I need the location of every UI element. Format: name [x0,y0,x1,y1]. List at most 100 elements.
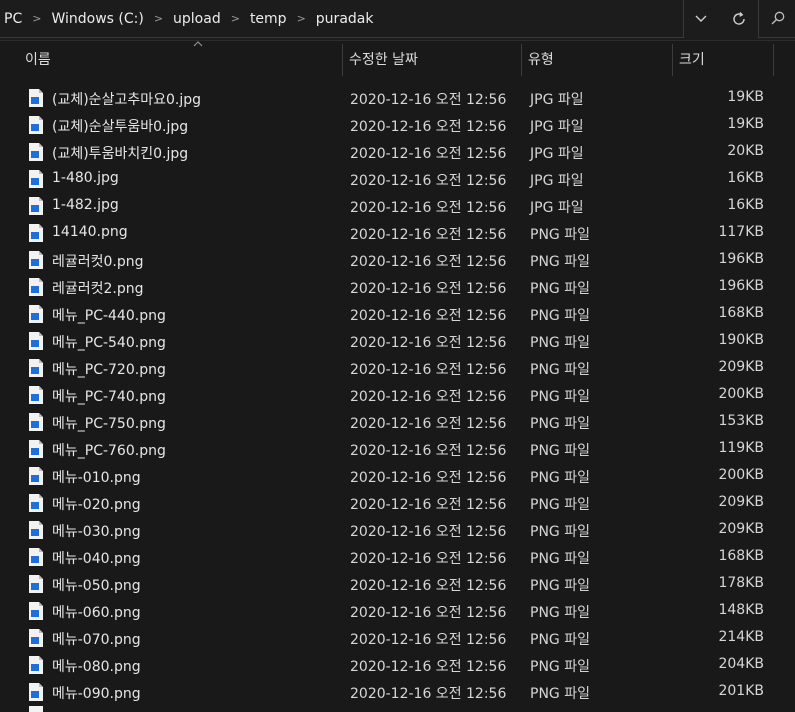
image-file-icon [29,89,43,107]
file-type: PNG 파일 [530,389,590,405]
file-size: 214KB [718,629,764,645]
file-name[interactable]: 14140.png [52,224,128,240]
file-row[interactable]: 1-482.jpg 2020-12-16 오전 12:56 JPG 파일 16KB [24,193,776,220]
file-name[interactable]: 메뉴_PC-440.png [52,305,166,325]
file-name[interactable]: 메뉴-040.png [52,548,141,568]
column-header-type-label: 유형 [528,52,554,68]
file-row[interactable]: 14140.png 2020-12-16 오전 12:56 PNG 파일 117KB [24,220,776,247]
file-size: 148KB [718,602,764,618]
file-row[interactable]: (교체)투움바치킨0.jpg 2020-12-16 오전 12:56 JPG 파일 2… [24,139,776,166]
file-name[interactable]: 메뉴_PC-540.png [52,332,166,352]
image-file-icon [29,386,43,404]
image-file-icon [29,548,43,566]
file-modified-date: 2020-12-16 오전 12:56 [350,578,507,594]
file-row[interactable]: 메뉴-020.png 2020-12-16 오전 12:56 PNG 파일 209KB [24,490,776,517]
file-size: 16KB [727,170,764,186]
chevron-right-icon[interactable]: > [231,12,240,25]
file-size: 200KB [718,386,764,402]
chevron-right-icon[interactable]: > [297,12,306,25]
column-header-name[interactable]: 이름 [19,40,342,78]
file-type: JPG 파일 [530,200,584,216]
file-name[interactable]: 메뉴_PC-720.png [52,359,166,379]
file-name[interactable]: 메뉴-080.png [52,656,141,676]
column-header-row: 이름 수정한 날짜 유형 크기 [0,40,795,78]
file-type: PNG 파일 [530,254,590,270]
chevron-right-icon[interactable]: > [32,12,41,25]
address-history-dropdown[interactable] [686,4,716,34]
file-row[interactable]: 메뉴_PC-750.png 2020-12-16 오전 12:56 PNG 파일 15… [24,409,776,436]
file-size: 119KB [718,440,764,456]
chevron-right-icon[interactable]: > [154,12,163,25]
file-row[interactable]: 메뉴_PC-440.png 2020-12-16 오전 12:56 PNG 파일 16… [24,301,776,328]
file-type: PNG 파일 [530,605,590,621]
file-row[interactable]: 레귤러컷0.png 2020-12-16 오전 12:56 PNG 파일 196KB [24,247,776,274]
breadcrumb-item[interactable]: PC [4,11,22,27]
file-row[interactable]: 메뉴-010.png 2020-12-16 오전 12:56 PNG 파일 200KB [24,463,776,490]
file-modified-date: 2020-12-16 오전 12:56 [350,254,507,270]
breadcrumb[interactable]: PC > Windows (C:) > upload > temp > puradak [0,0,684,38]
column-divider[interactable] [773,44,774,76]
image-file-icon [29,440,43,458]
file-type: PNG 파일 [530,578,590,594]
file-row[interactable]: 메뉴_PC-760.png 2020-12-16 오전 12:56 PNG 파일 11… [24,436,776,463]
file-name[interactable]: 메뉴-030.png [52,521,141,541]
search-box[interactable] [758,0,795,38]
refresh-button[interactable] [724,4,754,34]
image-file-icon [29,224,43,242]
image-file-icon [29,359,43,377]
file-modified-date: 2020-12-16 오전 12:56 [350,524,507,540]
column-header-name-label: 이름 [25,52,51,68]
file-row[interactable]: 레귤러컷2.png 2020-12-16 오전 12:56 PNG 파일 196KB [24,274,776,301]
file-row[interactable]: 메뉴_PC-720.png 2020-12-16 오전 12:56 PNG 파일 20… [24,355,776,382]
file-row[interactable]: 메뉴-030.png 2020-12-16 오전 12:56 PNG 파일 209KB [24,517,776,544]
file-name[interactable]: (교체)순살투움바0.jpg [52,116,188,136]
file-row[interactable]: (교체)순살고추마요0.jpg 2020-12-16 오전 12:56 JPG 파일… [24,85,776,112]
image-file-icon [29,494,43,512]
file-row[interactable]: 1-480.jpg 2020-12-16 오전 12:56 JPG 파일 16KB [24,166,776,193]
file-size: 200KB [718,467,764,483]
file-modified-date: 2020-12-16 오전 12:56 [350,227,507,243]
column-header-size[interactable]: 크기 [673,40,773,78]
image-file-icon [29,467,43,485]
file-name[interactable]: 메뉴_PC-750.png [52,413,166,433]
breadcrumb-item[interactable]: upload [173,11,221,27]
file-name[interactable]: 메뉴-060.png [52,602,141,622]
file-row[interactable]: 메뉴-080.png 2020-12-16 오전 12:56 PNG 파일 204KB [24,652,776,679]
refresh-icon [733,12,745,25]
file-name[interactable]: 메뉴-090.png [52,683,141,703]
file-row[interactable]: 메뉴-040.png 2020-12-16 오전 12:56 PNG 파일 168KB [24,544,776,571]
file-type: PNG 파일 [530,686,590,702]
file-row[interactable]: 메뉴_PC-540.png 2020-12-16 오전 12:56 PNG 파일 19… [24,328,776,355]
breadcrumb-item[interactable]: puradak [316,11,374,27]
file-row[interactable]: 메뉴_PC-740.png 2020-12-16 오전 12:56 PNG 파일 20… [24,382,776,409]
file-modified-date: 2020-12-16 오전 12:56 [350,497,507,513]
file-row[interactable]: 메뉴-050.png 2020-12-16 오전 12:56 PNG 파일 178KB [24,571,776,598]
file-name[interactable]: 레귤러컷0.png [52,251,144,271]
file-name[interactable]: 1-482.jpg [52,197,119,213]
breadcrumb-item[interactable]: temp [250,11,287,27]
file-name[interactable]: 메뉴-050.png [52,575,141,595]
file-modified-date: 2020-12-16 오전 12:56 [350,281,507,297]
file-row[interactable]: 메뉴-090.png 2020-12-16 오전 12:56 PNG 파일 201KB [24,679,776,706]
image-file-icon [29,521,43,539]
file-row[interactable]: (교체)순살투움바0.jpg 2020-12-16 오전 12:56 JPG 파일 1… [24,112,776,139]
file-modified-date: 2020-12-16 오전 12:56 [350,470,507,486]
file-name[interactable]: 메뉴_PC-760.png [52,440,166,460]
column-header-date[interactable]: 수정한 날짜 [343,40,521,78]
breadcrumb-item[interactable]: Windows (C:) [51,11,143,27]
file-row[interactable]: 메뉴-070.png 2020-12-16 오전 12:56 PNG 파일 214KB [24,625,776,652]
file-row[interactable]: 메뉴-060.png 2020-12-16 오전 12:56 PNG 파일 148KB [24,598,776,625]
column-header-type[interactable]: 유형 [522,40,672,78]
file-name[interactable]: 레귤러컷2.png [52,278,144,298]
file-name[interactable]: 메뉴-010.png [52,467,141,487]
file-name[interactable]: 메뉴-020.png [52,494,141,514]
file-name[interactable]: (교체)순살고추마요0.jpg [52,89,201,109]
file-type: PNG 파일 [530,335,590,351]
file-name[interactable]: 메뉴-070.png [52,629,141,649]
file-name[interactable]: 1-480.jpg [52,170,119,186]
column-header-size-label: 크기 [679,52,705,68]
file-name[interactable]: 메뉴_PC-740.png [52,386,166,406]
file-size: 16KB [727,197,764,213]
file-name[interactable]: (교체)투움바치킨0.jpg [52,143,188,163]
file-type: JPG 파일 [530,119,584,135]
